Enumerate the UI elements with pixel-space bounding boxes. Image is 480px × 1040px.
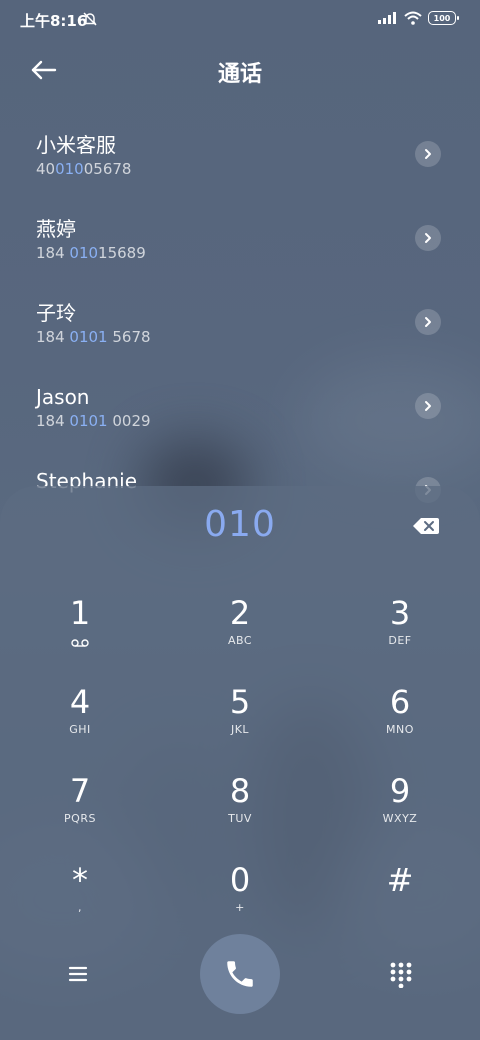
key-8[interactable]: 8 TUV	[180, 772, 300, 852]
key-digit: 1	[69, 594, 91, 632]
key-digit: 2	[229, 594, 251, 632]
key-letters: MNO	[386, 723, 414, 736]
dialpad-panel: 010 1 2 ABC 3 DEF 4 GHI 5 JKL 6 MNO 7 PQ…	[0, 486, 480, 1040]
status-bar: 上午8:16 100	[0, 0, 480, 40]
status-time: 上午8:16	[20, 12, 88, 30]
page-title: 通话	[217, 62, 262, 87]
chevron-right-icon	[425, 317, 431, 327]
contact-name: 燕婷	[36, 217, 76, 241]
list-item[interactable]: 小米客服 4001005678	[0, 112, 480, 196]
key-digit: 4	[69, 683, 91, 721]
battery-icon: 100	[428, 11, 459, 25]
key-letters: JKL	[230, 723, 250, 736]
key-digit: *	[72, 861, 88, 899]
chevron-right-icon	[425, 233, 431, 243]
key-hash[interactable]: #	[340, 861, 460, 941]
signal-icon	[378, 12, 396, 24]
number-match: 010	[55, 160, 84, 178]
list-item[interactable]: 燕婷 184 01015689	[0, 196, 480, 280]
key-6[interactable]: 6 MNO	[340, 683, 460, 763]
contact-number: 184 0101 5678	[36, 328, 151, 346]
battery-level: 100	[433, 13, 451, 23]
status-icons: 100	[378, 11, 459, 25]
key-letters: WXYZ	[382, 812, 418, 825]
key-4[interactable]: 4 GHI	[20, 683, 140, 763]
contact-detail-button[interactable]	[415, 309, 441, 335]
key-digit: #	[386, 861, 414, 899]
contact-name: Jason	[36, 385, 90, 409]
key-star[interactable]: * ,	[20, 861, 140, 941]
key-7[interactable]: 7 PQRS	[20, 772, 140, 852]
key-digit: 7	[69, 772, 91, 810]
number-match: 010	[69, 244, 99, 262]
number-match: 0101	[69, 328, 108, 346]
key-0[interactable]: 0 +	[180, 861, 300, 941]
mute-icon	[83, 12, 97, 26]
dialer-bottom-bar	[0, 934, 480, 1018]
key-digit: 5	[229, 683, 251, 721]
contact-detail-button[interactable]	[415, 141, 441, 167]
dialpad-grid-icon[interactable]	[388, 960, 414, 988]
key-letters: ,	[78, 901, 82, 914]
key-digit: 9	[389, 772, 411, 810]
contact-detail-button[interactable]	[415, 393, 441, 419]
key-letters: TUV	[228, 812, 252, 825]
key-1[interactable]: 1	[20, 594, 140, 674]
header: 通话	[0, 44, 480, 96]
contact-name: 小米客服	[36, 133, 116, 157]
contact-number: 184 0101 0029	[36, 412, 151, 430]
key-letters: +	[235, 901, 245, 914]
key-5[interactable]: 5 JKL	[180, 683, 300, 763]
contact-detail-button[interactable]	[415, 225, 441, 251]
contact-number: 4001005678	[36, 160, 132, 178]
key-digit: 0	[229, 861, 251, 899]
voicemail-icon	[71, 639, 89, 647]
number-match: 0101	[69, 412, 108, 430]
contact-list: 小米客服 4001005678 燕婷 184 01015689 子玲 184 0…	[0, 112, 480, 532]
dialed-number-display[interactable]: 010	[0, 504, 480, 545]
list-item[interactable]: 子玲 184 0101 5678	[0, 280, 480, 364]
wifi-icon	[404, 11, 422, 25]
key-letters: PQRS	[64, 812, 96, 825]
contact-name: 子玲	[36, 301, 76, 325]
chevron-right-icon	[425, 149, 431, 159]
key-letters: DEF	[388, 634, 412, 647]
key-digit: 3	[389, 594, 411, 632]
key-digit: 8	[229, 772, 251, 810]
phone-icon	[227, 961, 253, 987]
key-2[interactable]: 2 ABC	[180, 594, 300, 674]
key-letters: GHI	[69, 723, 91, 736]
key-letters: ABC	[227, 634, 253, 647]
key-9[interactable]: 9 WXYZ	[340, 772, 460, 852]
key-digit: 6	[389, 683, 411, 721]
menu-icon[interactable]	[64, 962, 92, 986]
chevron-right-icon	[425, 401, 431, 411]
backspace-icon[interactable]	[412, 516, 440, 536]
contact-number: 184 01015689	[36, 244, 146, 262]
list-item[interactable]: Jason 184 0101 0029	[0, 364, 480, 448]
key-3[interactable]: 3 DEF	[340, 594, 460, 674]
call-button[interactable]	[200, 934, 280, 1014]
